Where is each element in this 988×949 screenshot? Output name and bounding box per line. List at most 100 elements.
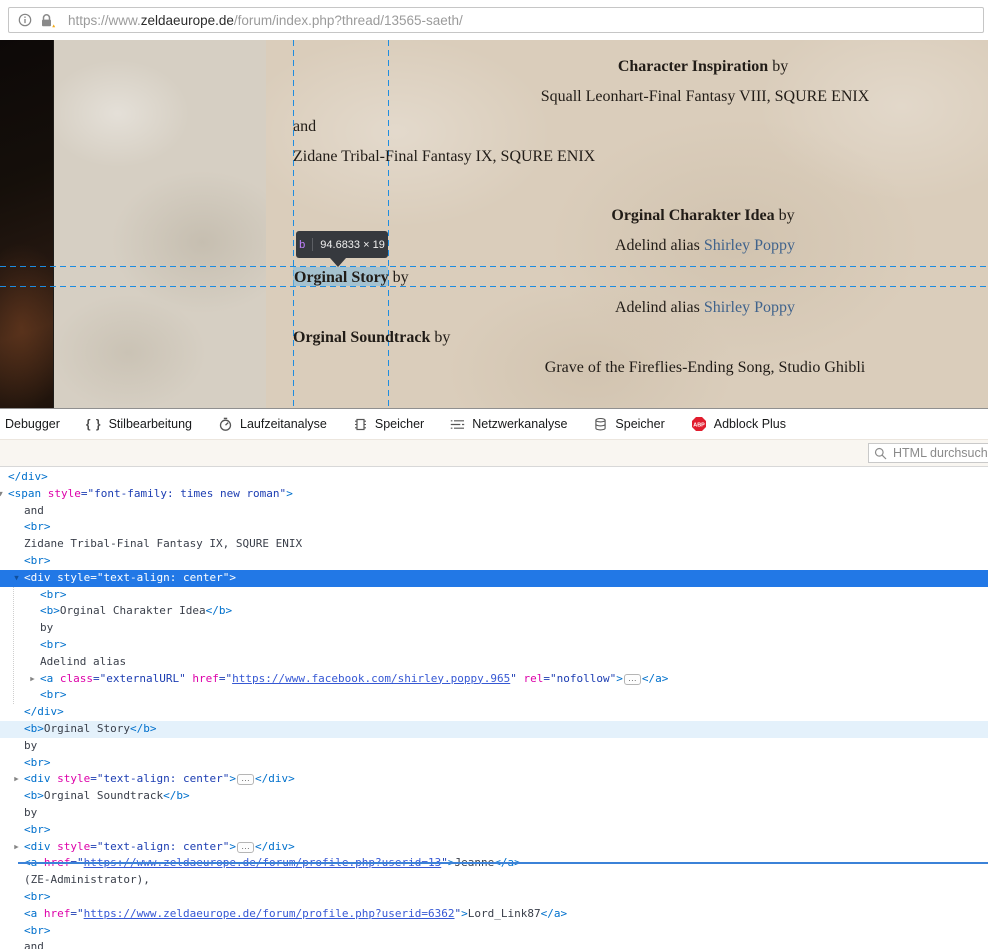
markup-row[interactable]: by xyxy=(0,805,988,822)
row-flash-underline xyxy=(18,862,988,864)
markup-row[interactable]: by xyxy=(0,620,988,637)
code-link: https://www.zeldaeurope.de/forum/profile… xyxy=(84,907,455,920)
page-text-line: Orginal Charakter Idea by xyxy=(611,206,794,225)
code-text: Lord_Link87 xyxy=(468,907,541,920)
expand-arrow-icon[interactable]: ▶ xyxy=(11,839,22,856)
markup-row[interactable]: <br> xyxy=(0,889,988,906)
collapsed-content-icon[interactable]: … xyxy=(237,774,254,785)
code-tag: <br> xyxy=(24,520,51,533)
page-bold-text: Orginal Charakter Idea xyxy=(611,207,774,224)
storage-icon xyxy=(593,417,608,432)
page-content: Character Inspiration bySquall Leonhart-… xyxy=(0,40,988,408)
mixed-content-lock-icon[interactable] xyxy=(39,13,56,28)
code-val: ="externalURL" xyxy=(93,672,186,685)
markup-row[interactable]: <br> xyxy=(0,519,988,536)
page-info-icon[interactable] xyxy=(18,13,32,27)
collapse-arrow-icon[interactable]: ▼ xyxy=(11,570,22,587)
devtools-tab-memory[interactable]: Speicher xyxy=(353,409,424,439)
markup-row[interactable]: </div> xyxy=(0,704,988,721)
code-tag: > xyxy=(229,772,236,785)
page-text-line: Grave of the Fireflies-Ending Song, Stud… xyxy=(545,358,865,377)
collapsed-content-icon[interactable]: … xyxy=(237,842,254,853)
markup-row[interactable]: <br> xyxy=(0,923,988,940)
devtools-tab-adblock-plus[interactable]: ABP Adblock Plus xyxy=(691,409,786,439)
url-bar[interactable]: https://www.zeldaeurope.de/forum/index.p… xyxy=(8,7,984,33)
markup-view: </div>▼<span style="font-family: times n… xyxy=(0,467,988,949)
code-text: Orginal Story xyxy=(44,722,130,735)
markup-row[interactable]: Adelind alias xyxy=(0,654,988,671)
markup-row[interactable]: (ZE-Administrator), xyxy=(0,872,988,889)
page-text: by xyxy=(389,269,409,286)
code-attr: href xyxy=(186,672,219,685)
code-tag: <br> xyxy=(24,756,51,769)
code-attr: rel xyxy=(517,672,544,685)
page-text: by xyxy=(775,207,795,224)
code-text: by xyxy=(40,621,53,634)
devtools-tab-network[interactable]: Netzwerkanalyse xyxy=(450,409,567,439)
browser-chrome: https://www.zeldaeurope.de/forum/index.p… xyxy=(0,0,988,40)
code-tag: <b> xyxy=(24,789,44,802)
code-tag: </b> xyxy=(130,722,157,735)
markup-row[interactable]: </div> xyxy=(0,469,988,486)
markup-row[interactable]: ▶<div style="text-align: center">…</div> xyxy=(0,771,988,788)
collapse-arrow-icon[interactable]: ▼ xyxy=(0,486,6,503)
page-text-line: Adelind alias Shirley Poppy xyxy=(615,298,795,317)
markup-search-box[interactable] xyxy=(868,443,988,463)
code-text: Adelind alias xyxy=(40,655,126,668)
element-size-tooltip: b 94.6833 × 19 xyxy=(296,231,388,258)
code-text: by xyxy=(24,806,37,819)
braces-icon: { } xyxy=(86,417,102,431)
markup-row[interactable]: <br> xyxy=(0,587,988,604)
tab-label: Netzwerkanalyse xyxy=(472,417,567,431)
url-prefix: https://www. xyxy=(68,13,141,28)
markup-row[interactable]: <br> xyxy=(0,637,988,654)
page-text-line: Squall Leonhart-Final Fantasy VIII, SQUR… xyxy=(541,87,870,106)
code-tag: <br> xyxy=(24,890,51,903)
markup-row[interactable]: <b>Orginal Soundtrack</b> xyxy=(0,788,988,805)
markup-row[interactable]: <b>Orginal Story</b> xyxy=(0,721,988,738)
code-tag: <b> xyxy=(24,722,44,735)
code-attr: class xyxy=(53,672,93,685)
code-attr: style xyxy=(51,772,91,785)
devtools-tab-style-editor[interactable]: { } Stilbearbeitung xyxy=(86,409,192,439)
code-val: ="text-align: center" xyxy=(90,772,229,785)
markup-row[interactable]: <a href="https://www.zeldaeurope.de/foru… xyxy=(0,906,988,923)
markup-row[interactable]: ▼<span style="font-family: times new rom… xyxy=(0,486,988,503)
page-bold-text: Orginal Soundtrack xyxy=(293,329,430,346)
markup-search-input[interactable] xyxy=(891,445,988,461)
markup-row[interactable]: <br> xyxy=(0,755,988,772)
page-text: by xyxy=(768,58,788,75)
markup-row[interactable]: <br> xyxy=(0,553,988,570)
expand-arrow-icon[interactable]: ▶ xyxy=(27,671,38,688)
code-text: by xyxy=(24,739,37,752)
markup-row[interactable]: <br> xyxy=(0,822,988,839)
markup-row[interactable]: <br> xyxy=(0,687,988,704)
markup-row[interactable]: ▼<div style="text-align: center"> xyxy=(0,570,988,587)
collapsed-content-icon[interactable]: … xyxy=(624,674,641,685)
markup-row[interactable]: <b>Orginal Charakter Idea</b> xyxy=(0,603,988,620)
code-tag: <a xyxy=(40,672,53,685)
expand-arrow-icon[interactable]: ▶ xyxy=(11,771,22,788)
tab-label: Speicher xyxy=(615,417,664,431)
markup-row[interactable]: and xyxy=(0,503,988,520)
devtools-tab-debugger[interactable]: Debugger xyxy=(5,409,60,439)
devtools-tab-performance[interactable]: Laufzeitanalyse xyxy=(218,409,327,439)
page-link[interactable]: Shirley Poppy xyxy=(704,237,795,254)
code-val: ="text-align: center" xyxy=(90,840,229,853)
markup-row[interactable]: Zidane Tribal-Final Fantasy IX, SQURE EN… xyxy=(0,536,988,553)
devtools-tab-storage[interactable]: Speicher xyxy=(593,409,664,439)
markup-row[interactable]: ▶<a class="externalURL" href="https://ww… xyxy=(0,671,988,688)
code-tag: <div xyxy=(24,571,51,584)
code-tag: > xyxy=(229,571,236,584)
markup-row[interactable]: by xyxy=(0,738,988,755)
markup-row[interactable]: ▶<div style="text-align: center">…</div> xyxy=(0,839,988,856)
code-tag: > xyxy=(616,672,623,685)
page-text-line: Orginal Story by xyxy=(294,268,409,287)
markup-row[interactable]: and xyxy=(0,939,988,949)
code-tag: <br> xyxy=(40,688,67,701)
code-tag: <br> xyxy=(24,554,51,567)
page-text-line: Zidane Tribal-Final Fantasy IX, SQURE EN… xyxy=(293,147,595,166)
page-viewport: Character Inspiration bySquall Leonhart-… xyxy=(0,40,988,408)
page-link[interactable]: Shirley Poppy xyxy=(704,299,795,316)
code-tag: <b> xyxy=(40,604,60,617)
